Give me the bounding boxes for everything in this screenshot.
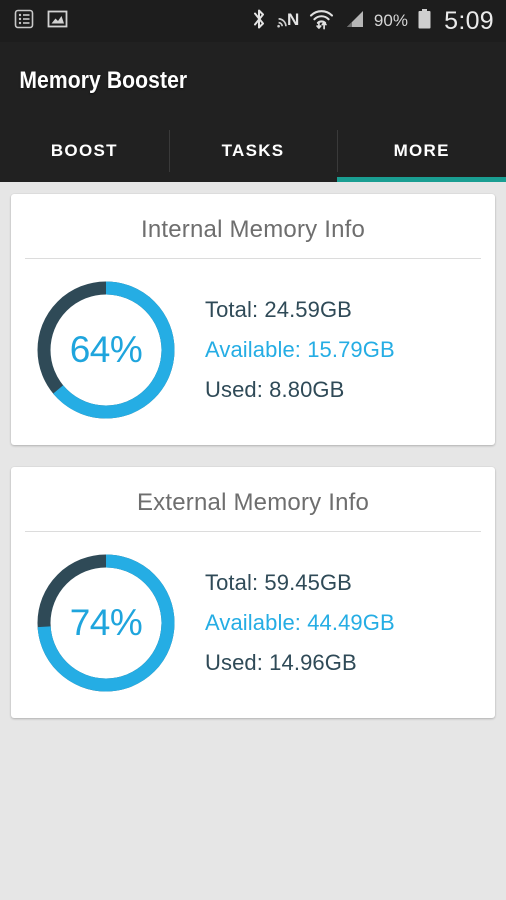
status-bar-right-icons: N 90% 5:09 bbox=[251, 7, 494, 36]
app-bar: Memory Booster bbox=[0, 42, 506, 120]
external-available-label: Available: 44.49GB bbox=[205, 610, 395, 635]
bluetooth-icon bbox=[251, 8, 267, 35]
internal-memory-card: Internal Memory Info 64% Total: 24.59GB … bbox=[11, 194, 495, 445]
nfc-icon: N bbox=[276, 8, 300, 35]
tab-boost-label: BOOST bbox=[50, 141, 118, 160]
external-memory-card-title: External Memory Info bbox=[136, 489, 370, 516]
internal-available-label: Available: 15.79GB bbox=[205, 337, 395, 362]
battery-percent-label: 90% bbox=[373, 11, 409, 30]
internal-memory-stats: Total: 24.59GB Available: 15.79GB Used: … bbox=[201, 290, 495, 410]
external-memory-stats: Total: 59.45GB Available: 44.49GB Used: … bbox=[201, 563, 495, 683]
cellular-signal-icon bbox=[343, 9, 365, 34]
card-divider bbox=[25, 258, 481, 259]
external-memory-card-body: 74% Total: 59.45GB Available: 44.49GB Us… bbox=[11, 540, 495, 702]
external-donut-percent-label: 74% bbox=[69, 602, 143, 643]
app-root: N 90% 5:09 Memory Booster BOOST TASKS MO… bbox=[0, 0, 506, 900]
tab-boost[interactable]: BOOST bbox=[0, 120, 169, 182]
external-used-label: Used: 14.96GB bbox=[205, 650, 357, 675]
internal-memory-card-body: 64% Total: 24.59GB Available: 15.79GB Us… bbox=[11, 267, 495, 429]
internal-used-label: Used: 8.80GB bbox=[205, 377, 345, 402]
notes-list-icon bbox=[14, 9, 34, 34]
external-donut-wrap: 74% bbox=[11, 548, 201, 698]
internal-memory-donut-chart: 64% bbox=[31, 275, 181, 425]
content-area: Internal Memory Info 64% Total: 24.59GB … bbox=[0, 182, 506, 718]
status-bar-left-icons bbox=[14, 9, 68, 34]
tab-tasks[interactable]: TASKS bbox=[168, 120, 338, 182]
wifi-icon bbox=[309, 8, 334, 35]
photo-image-icon bbox=[47, 9, 68, 34]
external-memory-card: External Memory Info 74% Total: 59.45GB … bbox=[11, 467, 495, 718]
internal-memory-card-title: Internal Memory Info bbox=[140, 216, 366, 243]
external-total-label: Total: 59.45GB bbox=[205, 570, 352, 595]
clock-label: 5:09 bbox=[444, 6, 494, 35]
external-memory-donut-chart: 74% bbox=[31, 548, 181, 698]
svg-text:N: N bbox=[287, 10, 299, 29]
tab-bar: BOOST TASKS MORE bbox=[0, 120, 506, 182]
app-title: Memory Booster bbox=[19, 67, 188, 94]
internal-donut-wrap: 64% bbox=[11, 275, 201, 425]
internal-donut-percent-label: 64% bbox=[69, 329, 143, 370]
tab-more[interactable]: MORE bbox=[337, 120, 506, 182]
tab-more-label: MORE bbox=[393, 141, 450, 160]
tab-tasks-label: TASKS bbox=[221, 141, 285, 160]
status-bar: N 90% 5:09 bbox=[0, 0, 506, 42]
internal-total-label: Total: 24.59GB bbox=[205, 297, 352, 322]
battery-icon bbox=[417, 8, 432, 35]
card-divider bbox=[25, 531, 481, 532]
